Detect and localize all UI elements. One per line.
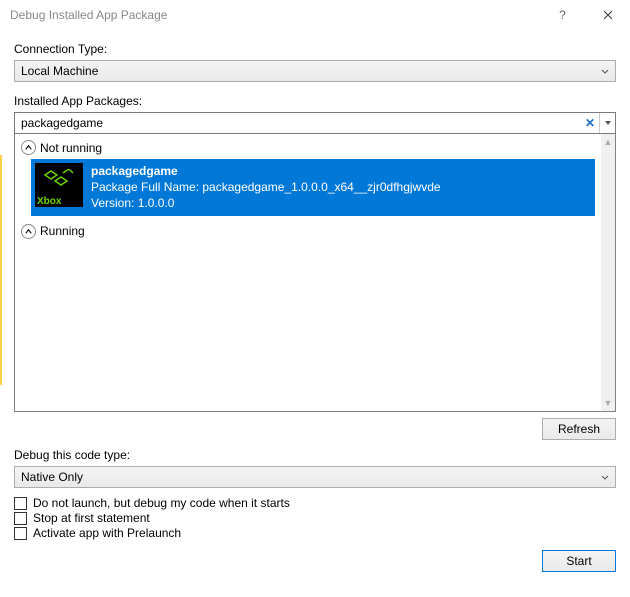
connection-type-label: Connection Type: — [14, 42, 616, 56]
package-filter-input[interactable] — [15, 113, 581, 133]
start-button[interactable]: Start — [542, 550, 616, 572]
package-name: packagedgame — [91, 163, 441, 179]
filter-dropdown-icon[interactable] — [599, 113, 615, 133]
help-button[interactable]: ? — [540, 0, 585, 30]
check-activate-prelaunch[interactable]: Activate app with Prelaunch — [14, 526, 616, 540]
package-filter: ✕ — [14, 112, 616, 134]
package-thumbnail: Xbox — [35, 163, 83, 207]
clear-filter-icon[interactable]: ✕ — [581, 113, 599, 133]
connection-type-value: Local Machine — [21, 64, 98, 78]
code-type-value: Native Only — [21, 470, 83, 484]
scroll-up-icon: ▲ — [601, 134, 615, 150]
check-do-not-launch-label: Do not launch, but debug my code when it… — [33, 496, 290, 510]
group-running-label: Running — [40, 224, 85, 238]
chevron-down-icon — [601, 470, 609, 484]
check-do-not-launch[interactable]: Do not launch, but debug my code when it… — [14, 496, 616, 510]
scroll-down-icon: ▼ — [601, 395, 615, 411]
xbox-label: Xbox — [35, 196, 63, 207]
scrollbar[interactable]: ▲ ▼ — [601, 134, 615, 411]
chevron-down-icon — [601, 64, 609, 78]
checkbox-icon — [14, 497, 27, 510]
group-not-running[interactable]: Not running — [21, 140, 595, 155]
package-item-selected[interactable]: Xbox packagedgame Package Full Name: pac… — [31, 159, 595, 216]
check-stop-first-statement[interactable]: Stop at first statement — [14, 511, 616, 525]
code-type-dropdown[interactable]: Native Only — [14, 466, 616, 488]
check-activate-prelaunch-label: Activate app with Prelaunch — [33, 526, 181, 540]
refresh-button-label: Refresh — [558, 422, 600, 436]
title-text: Debug Installed App Package — [10, 8, 167, 22]
checkbox-icon — [14, 512, 27, 525]
titlebar: Debug Installed App Package ? — [0, 0, 630, 30]
package-full-name: Package Full Name: packagedgame_1.0.0.0_… — [91, 179, 441, 195]
chevron-collapse-icon — [21, 224, 36, 239]
connection-type-dropdown[interactable]: Local Machine — [14, 60, 616, 82]
close-button[interactable] — [585, 0, 630, 30]
check-stop-first-statement-label: Stop at first statement — [33, 511, 150, 525]
group-running[interactable]: Running — [21, 224, 595, 239]
chevron-collapse-icon — [21, 140, 36, 155]
installed-packages-label: Installed App Packages: — [14, 94, 616, 108]
start-button-label: Start — [566, 554, 591, 568]
group-not-running-label: Not running — [40, 141, 102, 155]
checkbox-icon — [14, 527, 27, 540]
refresh-button[interactable]: Refresh — [542, 418, 616, 440]
package-list: Not running Xbox — [14, 134, 616, 412]
package-details: packagedgame Package Full Name: packaged… — [91, 163, 441, 212]
package-version: Version: 1.0.0.0 — [91, 195, 441, 211]
decorative-stripe — [0, 155, 2, 385]
code-type-label: Debug this code type: — [14, 448, 616, 462]
